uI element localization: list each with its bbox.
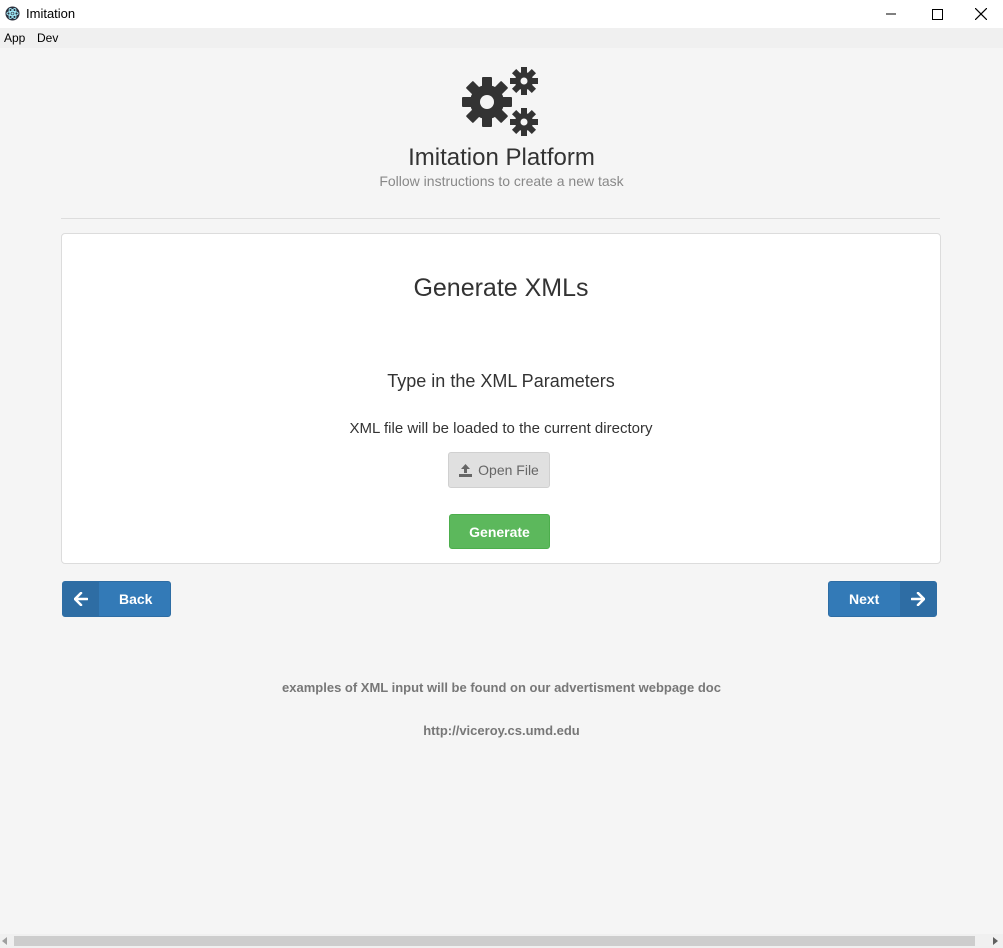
open-file-label: Open File xyxy=(478,462,539,478)
footer-link[interactable]: http://viceroy.cs.umd.edu xyxy=(0,723,1003,738)
header-divider xyxy=(61,218,940,219)
generate-label: Generate xyxy=(469,523,530,540)
electron-app-icon xyxy=(5,6,20,21)
arrow-left-icon xyxy=(74,592,88,606)
menu-app[interactable]: App xyxy=(4,31,25,45)
back-icon-segment xyxy=(63,582,99,616)
maximize-button[interactable] xyxy=(914,0,960,28)
generate-xml-panel: Generate XMLs Type in the XML Parameters… xyxy=(61,233,941,564)
title-bar: Imitation xyxy=(0,0,1003,28)
close-button[interactable] xyxy=(958,0,1003,28)
next-icon-segment xyxy=(900,582,936,616)
page-subtitle: Follow instructions to create a new task xyxy=(379,173,624,189)
minimize-icon xyxy=(886,13,896,15)
menu-dev[interactable]: Dev xyxy=(37,31,58,45)
menu-bar: App Dev xyxy=(0,28,1003,48)
scroll-left-icon[interactable] xyxy=(2,937,8,945)
scroll-right-icon[interactable] xyxy=(993,937,999,945)
maximize-icon xyxy=(931,8,943,20)
upload-icon xyxy=(459,463,473,477)
close-icon xyxy=(975,8,987,20)
gears-icon xyxy=(462,67,538,136)
panel-heading: Generate XMLs xyxy=(413,274,589,302)
next-button[interactable]: Next xyxy=(828,581,937,617)
panel-note: XML file will be loaded to the current d… xyxy=(349,420,653,437)
footer-note: examples of XML input will be found on o… xyxy=(282,680,721,695)
back-label: Back xyxy=(119,591,153,607)
minimize-button[interactable] xyxy=(868,0,914,28)
open-file-button[interactable]: Open File xyxy=(448,452,550,488)
back-button[interactable]: Back xyxy=(62,581,171,617)
horizontal-scrollbar[interactable] xyxy=(0,934,1003,948)
next-label: Next xyxy=(849,591,880,607)
page-title: Imitation Platform xyxy=(408,144,595,171)
scrollbar-thumb[interactable] xyxy=(14,936,975,946)
generate-button[interactable]: Generate xyxy=(449,514,550,549)
arrow-right-icon xyxy=(911,592,925,606)
window-title: Imitation xyxy=(26,6,76,21)
panel-subheading: Type in the XML Parameters xyxy=(387,371,615,391)
